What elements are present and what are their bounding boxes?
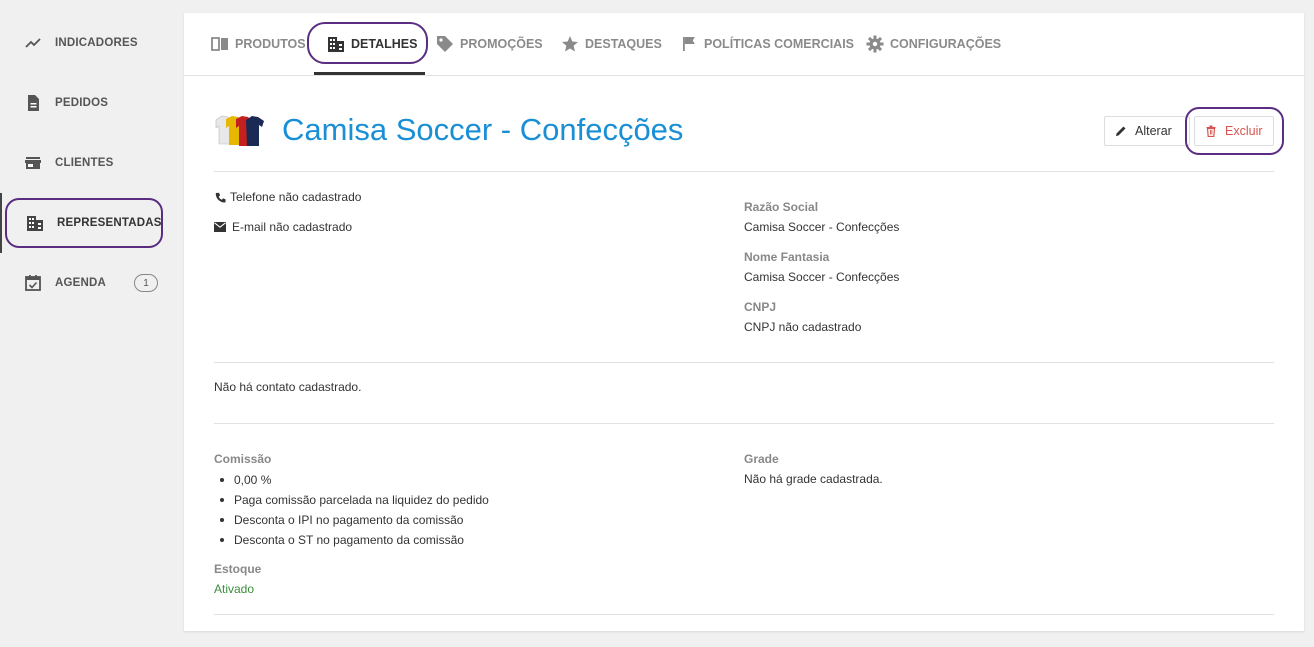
tab-produtos[interactable]: PRODUTOS [211, 13, 306, 75]
sidebar-item-label: INDICADORES [55, 37, 138, 49]
tab-label: PRODUTOS [235, 37, 306, 51]
envelope-icon [214, 221, 226, 233]
tag-icon [436, 35, 454, 53]
tab-politicas-comerciais[interactable]: POLÍTICAS COMERCIAIS [680, 13, 854, 75]
sidebar-item-agenda[interactable]: AGENDA 1 [0, 253, 172, 313]
trash-icon [1205, 125, 1217, 137]
trending-up-icon [24, 34, 42, 52]
calendar-check-icon [24, 274, 42, 292]
tab-label: POLÍTICAS COMERCIAIS [704, 37, 855, 51]
divider [214, 171, 1274, 172]
phone-text: Telefone não cadastrado [230, 190, 362, 204]
razao-social-value: Camisa Soccer - Confecções [744, 220, 900, 234]
tab-label: PROMOÇÕES [460, 37, 543, 51]
building-icon [26, 214, 44, 232]
company-logo [214, 114, 266, 148]
divider [214, 614, 1274, 615]
sidebar: INDICADORES PEDIDOS CLIENTES REPRESENTAD… [0, 0, 172, 647]
sidebar-item-label: REPRESENTADAS [57, 217, 162, 229]
agenda-count-badge: 1 [134, 274, 158, 292]
razao-social-label: Razão Social [744, 200, 819, 214]
email-text: E-mail não cadastrado [232, 220, 353, 234]
phone-icon [214, 191, 226, 203]
store-icon [24, 154, 42, 172]
tab-label: DESTAQUES [585, 37, 662, 51]
active-tab-indicator [314, 72, 425, 75]
sidebar-item-label: CLIENTES [55, 157, 114, 169]
contact-empty-text: Não há contato cadastrado. [214, 380, 362, 394]
tab-promocoes[interactable]: PROMOÇÕES [436, 13, 543, 75]
divider [214, 362, 1274, 363]
sidebar-item-clientes[interactable]: CLIENTES [0, 133, 172, 193]
comissao-label: Comissão [214, 452, 272, 466]
edit-button[interactable]: Alterar [1104, 116, 1190, 146]
pencil-icon [1115, 125, 1127, 137]
flag-icon [680, 35, 698, 53]
grade-value: Não há grade cadastrada. [744, 472, 883, 486]
document-icon [24, 94, 42, 112]
building-icon [327, 35, 345, 53]
tab-label: CONFIGURAÇÕES [890, 37, 1002, 51]
list-item: Paga comissão parcelada na liquidez do p… [214, 490, 489, 510]
sidebar-item-label: PEDIDOS [55, 97, 109, 109]
divider [214, 423, 1274, 424]
tab-bar: PRODUTOS DETALHES PROMOÇÕES DESTAQUES PO… [184, 13, 1304, 76]
sidebar-item-indicadores[interactable]: INDICADORES [0, 13, 172, 73]
book-icon [211, 35, 229, 53]
nome-fantasia-label: Nome Fantasia [744, 250, 830, 264]
list-item: 0,00 % [214, 470, 489, 490]
nome-fantasia-value: Camisa Soccer - Confecções [744, 270, 900, 284]
estoque-value: Ativado [214, 582, 255, 596]
comissao-list: 0,00 % Paga comissão parcelada na liquid… [214, 470, 489, 550]
edit-button-label: Alterar [1135, 124, 1172, 138]
main-panel: PRODUTOS DETALHES PROMOÇÕES DESTAQUES PO… [184, 13, 1304, 631]
tab-configuracoes[interactable]: CONFIGURAÇÕES [866, 13, 1001, 75]
sidebar-item-label: AGENDA [55, 277, 107, 289]
sidebar-item-pedidos[interactable]: PEDIDOS [0, 73, 172, 133]
grade-label: Grade [744, 452, 779, 466]
tab-detalhes[interactable]: DETALHES [327, 13, 417, 75]
cnpj-value: CNPJ não cadastrado [744, 320, 862, 334]
delete-button-label: Excluir [1225, 124, 1263, 138]
gear-icon [866, 35, 884, 53]
sidebar-item-representadas[interactable]: REPRESENTADAS [0, 193, 172, 253]
tab-destaques[interactable]: DESTAQUES [561, 13, 662, 75]
list-item: Desconta o ST no pagamento da comissão [214, 530, 489, 550]
star-icon [561, 35, 579, 53]
list-item: Desconta o IPI no pagamento da comissão [214, 510, 489, 530]
cnpj-label: CNPJ [744, 300, 777, 314]
delete-button[interactable]: Excluir [1194, 116, 1274, 146]
estoque-label: Estoque [214, 562, 262, 576]
tab-label: DETALHES [351, 37, 418, 51]
page-title: Camisa Soccer - Confecções [282, 112, 684, 147]
